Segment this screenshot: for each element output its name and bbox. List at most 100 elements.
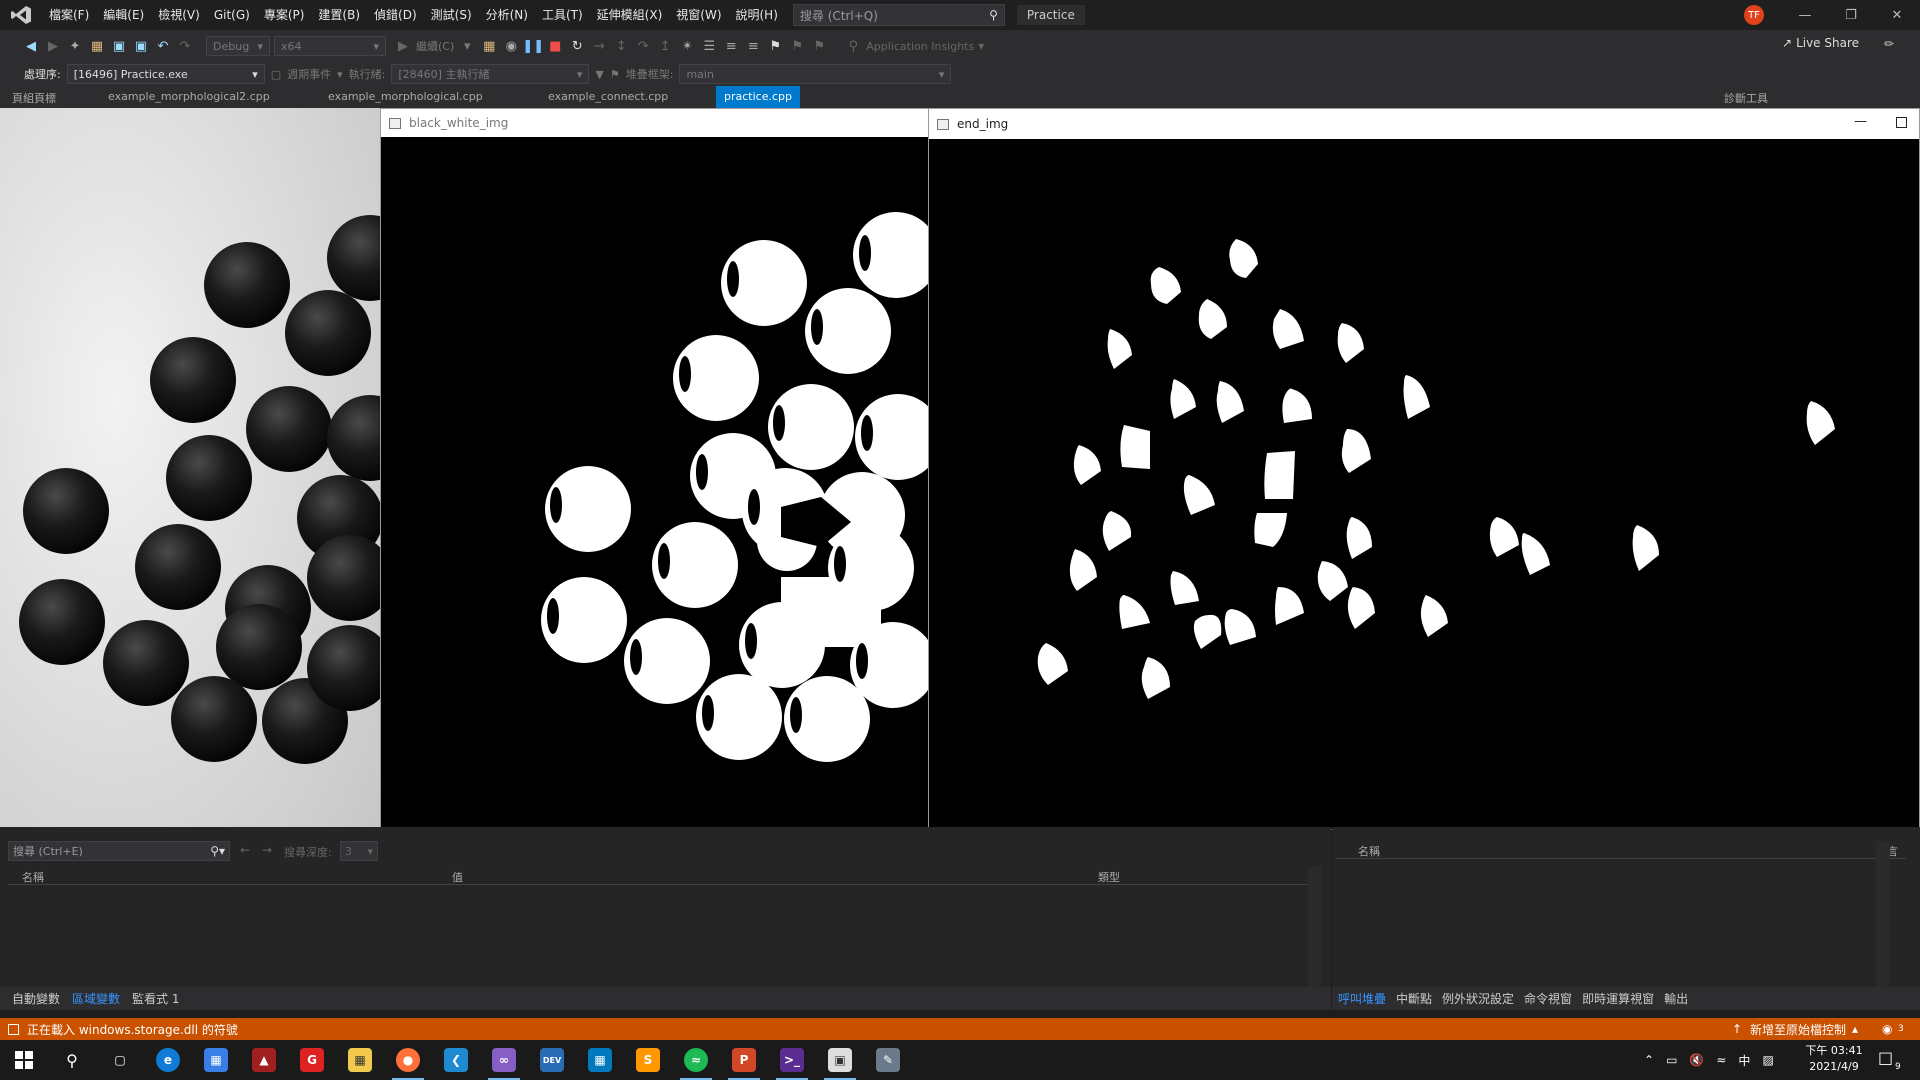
menu-build[interactable]: 建置(B) (311, 0, 367, 30)
comment-icon[interactable]: ≡ (744, 37, 762, 55)
chevron-down-icon[interactable]: ▾ (458, 37, 476, 55)
taskbar-garena[interactable]: G (288, 1040, 336, 1080)
tab-breakpoints[interactable]: 中斷點 (1396, 990, 1432, 1007)
feedback-icon[interactable]: ✏ (1884, 37, 1894, 51)
process-select[interactable]: [16496] Practice.exe ▾ (66, 64, 265, 84)
close-icon[interactable]: ✕ (1874, 0, 1920, 30)
stack-frame-select[interactable]: main ▾ (679, 64, 952, 84)
tab-command-window[interactable]: 命令視窗 (1524, 990, 1572, 1007)
step-over-icon[interactable]: ↷ (634, 37, 652, 55)
taskbar-vscode[interactable]: ❮ (432, 1040, 480, 1080)
notification-bell-icon[interactable]: ◉ (1882, 1022, 1892, 1036)
black-white-window-titlebar[interactable]: black_white_img (381, 109, 931, 137)
start-button[interactable] (0, 1040, 48, 1080)
col-name-header[interactable]: 名稱 (1358, 843, 1380, 859)
play-icon[interactable]: ▶ (394, 37, 412, 55)
menu-debug[interactable]: 偵錯(D) (367, 0, 424, 30)
call-stack-scrollbar[interactable] (1876, 841, 1890, 987)
taskbar-devcpp[interactable]: DEV (528, 1040, 576, 1080)
lifecycle-events-button[interactable]: 週期事件 (287, 66, 331, 82)
taskbar-sublime[interactable]: S (624, 1040, 672, 1080)
restart-icon[interactable]: ↻ (568, 37, 586, 55)
maximize-icon[interactable] (1896, 117, 1907, 128)
undo-icon[interactable]: ↶ (154, 37, 172, 55)
add-to-source-control-button[interactable]: 新增至原始檔控制 (1750, 1021, 1846, 1038)
keyboard-icon[interactable]: ▨ (1762, 1053, 1773, 1067)
search-back-icon[interactable]: ← (240, 843, 250, 857)
restore-icon[interactable]: ❐ (1828, 0, 1874, 30)
taskbar-edge[interactable]: e (144, 1040, 192, 1080)
search-input[interactable]: 搜尋 (Ctrl+Q) ⚲ (792, 4, 1005, 26)
menu-test[interactable]: 測試(S) (424, 0, 479, 30)
tab-output[interactable]: 輸出 (1664, 990, 1688, 1007)
clock[interactable]: 下午 03:41 2021/4/9 (1794, 1043, 1874, 1075)
visual-studio-logo-icon[interactable] (0, 0, 42, 30)
chevron-up-icon[interactable]: ⌃ (1644, 1053, 1654, 1067)
tab-morphological[interactable]: example_morphological.cpp (328, 90, 483, 103)
pause-icon[interactable]: ❚❚ (522, 37, 544, 55)
taskbar-store[interactable]: ▦ (192, 1040, 240, 1080)
step-out-icon[interactable]: ↥ (656, 37, 674, 55)
locals-scrollbar[interactable] (1308, 867, 1322, 987)
taskbar-firefox[interactable]: ● (384, 1040, 432, 1080)
taskbar-spotify[interactable]: ≈ (672, 1040, 720, 1080)
minimize-icon[interactable]: — (1782, 0, 1828, 30)
thread-select[interactable]: [28460] 主執行緒 ▾ (391, 64, 590, 84)
menu-git[interactable]: Git(G) (207, 0, 257, 30)
threads-icon[interactable]: ☰ (700, 37, 718, 55)
taskbar-game-1[interactable]: ▲ (240, 1040, 288, 1080)
navigate-back-icon[interactable]: ◀ (22, 37, 40, 55)
stop-icon[interactable]: ■ (546, 37, 564, 55)
bookmark-prev-icon[interactable]: ⚑ (788, 37, 806, 55)
flag-icon[interactable]: ⚑ (610, 68, 620, 81)
step-into-icon[interactable]: ↕ (612, 37, 630, 55)
save-icon[interactable]: ▣ (110, 37, 128, 55)
wifi-icon[interactable]: ≈ (1716, 1053, 1726, 1067)
hot-reload-icon[interactable]: ✴ (678, 37, 696, 55)
col-value-header[interactable]: 值 (452, 869, 463, 885)
taskbar-trello[interactable]: ▦ (576, 1040, 624, 1080)
tab-morphological2[interactable]: example_morphological2.cpp (108, 90, 270, 103)
minimize-icon[interactable]: — (1854, 114, 1867, 129)
application-insights-button[interactable]: Application Insights (866, 40, 974, 53)
tab-locals[interactable]: 區域變數 (72, 990, 120, 1007)
col-name-header[interactable]: 名稱 (22, 869, 44, 885)
tab-immediate-window[interactable]: 即時運算視窗 (1582, 990, 1654, 1007)
navigate-forward-icon[interactable]: ▶ (44, 37, 62, 55)
menu-window[interactable]: 視窗(W) (669, 0, 728, 30)
menu-analyze[interactable]: 分析(N) (479, 0, 535, 30)
tab-autos[interactable]: 自動變數 (12, 990, 60, 1007)
lightbulb-icon[interactable]: ⚲ (844, 37, 862, 55)
menu-file[interactable]: 檔案(F) (42, 0, 96, 30)
search-forward-icon[interactable]: → (262, 843, 272, 857)
tab-watch-1[interactable]: 監看式 1 (132, 990, 179, 1007)
show-next-statement-icon[interactable]: → (590, 37, 608, 55)
camera-icon[interactable]: ◉ (502, 37, 520, 55)
live-share-button[interactable]: ↗ Live Share (1782, 36, 1859, 50)
platform-select[interactable]: x64 ▾ (274, 36, 386, 56)
source-image-window[interactable] (0, 108, 413, 830)
search-button[interactable]: ⚲ (48, 1040, 96, 1080)
taskbar-visual-studio[interactable]: ∞ (480, 1040, 528, 1080)
folder-icon[interactable]: ▦ (480, 37, 498, 55)
configuration-select[interactable]: Debug ▾ (206, 36, 270, 56)
menu-tools[interactable]: 工具(T) (535, 0, 590, 30)
menu-view[interactable]: 檢視(V) (151, 0, 207, 30)
taskbar-explorer[interactable]: ▦ (336, 1040, 384, 1080)
menu-help[interactable]: 說明(H) (729, 0, 785, 30)
format-icon[interactable]: ≡ (722, 37, 740, 55)
menu-extensions[interactable]: 延伸模組(X) (590, 0, 670, 30)
task-view-button[interactable]: ▢ (96, 1040, 144, 1080)
taskbar-terminal[interactable]: >_ (768, 1040, 816, 1080)
redo-icon[interactable]: ↷ (176, 37, 194, 55)
tab-practice[interactable]: practice.cpp (716, 86, 800, 108)
avatar[interactable]: TF (1744, 5, 1764, 25)
tab-connect[interactable]: example_connect.cpp (548, 90, 668, 103)
filter-icon[interactable]: ▼ (595, 68, 603, 81)
save-all-icon[interactable]: ▣ (132, 37, 150, 55)
end-image-window[interactable]: end_img — (928, 108, 1920, 830)
black-white-image-window[interactable]: black_white_img (380, 108, 932, 830)
tab-solution[interactable]: 頁組頁標 (12, 90, 56, 106)
locals-search-input[interactable]: 搜尋 (Ctrl+E) ⚲▾ (8, 841, 230, 861)
action-center-icon[interactable]: □ (1878, 1048, 1893, 1067)
